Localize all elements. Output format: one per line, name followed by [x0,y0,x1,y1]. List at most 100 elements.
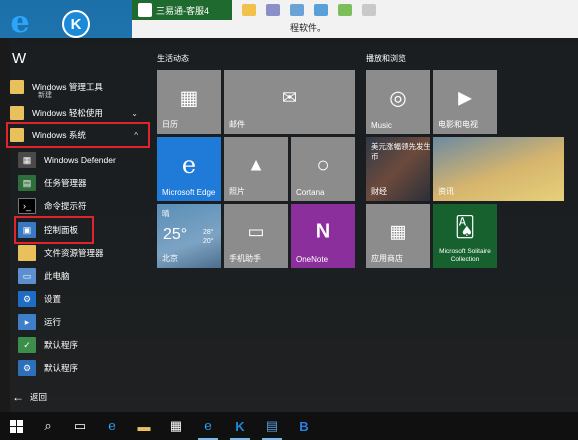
weather-high-low: 28° 20° [203,228,214,246]
background-window-title-text: 三易通-客服4 [156,5,210,16]
sub-item-file-explorer[interactable]: 文件资源管理器 [18,242,148,264]
taskbar-edge[interactable]: e [96,412,128,440]
k-app-icon: K [235,418,245,434]
mail-icon: ✉ [281,87,298,108]
tile-label: 邮件 [229,120,245,129]
tile-label: 照片 [229,187,245,196]
background-window[interactable]: 三易通-客服4 程软件。 [132,0,578,38]
side-rail [0,38,10,412]
sub-item-this-pc[interactable]: ▭ 此电脑 [18,265,148,287]
folder-icon [10,106,24,120]
tile-label: 电影和电视 [438,120,478,129]
taskbar-k-app[interactable]: K [224,412,256,440]
sub-item-label: 运行 [44,317,62,327]
default-programs-icon: ✓ [18,337,36,353]
news-caption: 美元涨幅领先发生币 [371,142,430,161]
search-button[interactable]: ⌕ [32,412,64,440]
start-button[interactable] [0,412,32,440]
weather-temperature: 25° [163,226,188,243]
taskbar-app-b[interactable]: B [288,412,320,440]
tile-label: 应用商店 [371,254,403,263]
taskbar-store[interactable]: ▦ [160,412,192,440]
tile-finance[interactable]: 美元涨幅领先发生币 财经 [366,137,430,201]
sub-item-label: 默认程序 [44,363,79,373]
grid-icon[interactable] [362,4,376,16]
music-icon: ◎ [389,87,407,110]
sub-item-default-programs[interactable]: ✓ 默认程序 [18,334,148,356]
tile-music[interactable]: ◎ Music [366,70,430,134]
sub-item-command-prompt[interactable]: ›_ 命令提示符 [18,195,148,217]
task-view-button[interactable]: ▭ [64,412,96,440]
tile-mail[interactable]: ✉ 邮件 [224,70,355,134]
sub-item-label: 此电脑 [44,271,70,281]
background-window-toolbar [234,0,376,20]
tile-label: Microsoft Edge [162,188,216,197]
weather-condition: 晴 [162,209,170,218]
store-icon: ▦ [389,221,407,242]
onenote-icon: N [315,220,331,243]
gear-icon: ⚙ [18,291,36,307]
b-app-icon: B [299,418,309,434]
tile-solitaire[interactable]: 🂡 Microsoft Solitaire Collection [433,204,497,268]
app-item-windows-admin-tools[interactable]: Windows 管理工具 新建 [10,76,148,99]
tile-movies-tv[interactable]: ▶ 电影和电视 [433,70,497,134]
taskbar: ⌕ ▭ e ▬ ▦ e K ▤ B [0,412,578,440]
app-icon [138,3,152,17]
k-app-icon[interactable]: K [62,10,90,38]
tile-store[interactable]: ▦ 应用商店 [366,204,430,268]
back-label: 返回 [30,392,48,402]
cortana-icon: ○ [316,152,330,178]
app-icon: ▤ [265,418,279,433]
taskbar-file-explorer[interactable]: ▬ [128,412,160,440]
start-menu: W Windows 管理工具 新建 Windows 轻松使用 ⌄ Windows… [0,38,578,412]
tile-photos[interactable]: ▲ 照片 [224,137,288,201]
app-item-label: Windows 轻松使用 [32,108,103,118]
film-icon: ▶ [458,87,472,108]
tile-label: Microsoft Solitaire Collection [439,248,491,263]
calendar-icon: ▦ [179,87,199,110]
tile-onenote[interactable]: N OneNote [291,204,355,268]
internet-explorer-icon[interactable]: e [6,5,34,40]
task-manager-icon: ▤ [18,175,36,191]
sound-icon[interactable] [266,4,280,16]
sub-item-label: Windows Defender [44,155,116,165]
back-arrow-icon: ← [12,390,24,404]
sub-item-label: 文件资源管理器 [44,248,104,258]
back-button[interactable]: ← 返回 [12,390,47,404]
app-item-windows-ease-of-access[interactable]: Windows 轻松使用 ⌄ [10,102,148,124]
tile-label: OneNote [296,255,329,264]
sub-item-settings[interactable]: ⚙ 设置 [18,288,148,310]
tile-group-title: 播放和浏览 [366,54,406,63]
tile-weather[interactable]: 晴 25° 28° 20° 北京 [157,204,221,268]
tile-microsoft-edge[interactable]: e Microsoft Edge [157,137,221,201]
computer-icon: ▭ [18,268,36,284]
tile-cortana[interactable]: ○ Cortana [291,137,355,201]
sub-item-run[interactable]: ▸ 运行 [18,311,148,333]
taskbar-ie[interactable]: e [192,412,224,440]
tile-calendar[interactable]: ▦ 日历 [157,70,221,134]
folder-icon [10,80,24,94]
command-prompt-icon: ›_ [18,198,36,214]
tile-phone-companion[interactable]: ▭ 手机助手 [224,204,288,268]
phone-companion-icon: ▭ [247,221,265,242]
sub-item-label: 设置 [44,294,62,304]
tile-news[interactable]: 资讯 [433,137,564,201]
sub-item-default-programs-2[interactable]: ⚙ 默认程序 [18,357,148,379]
app-item-sublabel: 新建 [38,92,52,99]
sub-item-task-manager[interactable]: ▤ 任务管理器 [18,172,148,194]
folder-icon[interactable] [338,4,352,16]
highlight-windows-system [6,122,150,148]
tile-group-title: 生活动态 [157,54,189,63]
shield-icon: ▦ [18,152,36,168]
tile-label: 资讯 [438,187,454,196]
internet-explorer-icon: e [204,418,212,434]
tile-label: 日历 [162,120,178,129]
screen-icon[interactable] [290,4,304,16]
section-letter[interactable]: W [12,50,26,67]
run-icon: ▸ [18,314,36,330]
taskbar-app-blue[interactable]: ▤ [256,412,288,440]
image-icon[interactable] [314,4,328,16]
bulb-icon[interactable] [242,4,256,16]
sub-item-windows-defender[interactable]: ▦ Windows Defender [18,149,148,171]
sub-item-label: 命令提示符 [44,201,87,211]
